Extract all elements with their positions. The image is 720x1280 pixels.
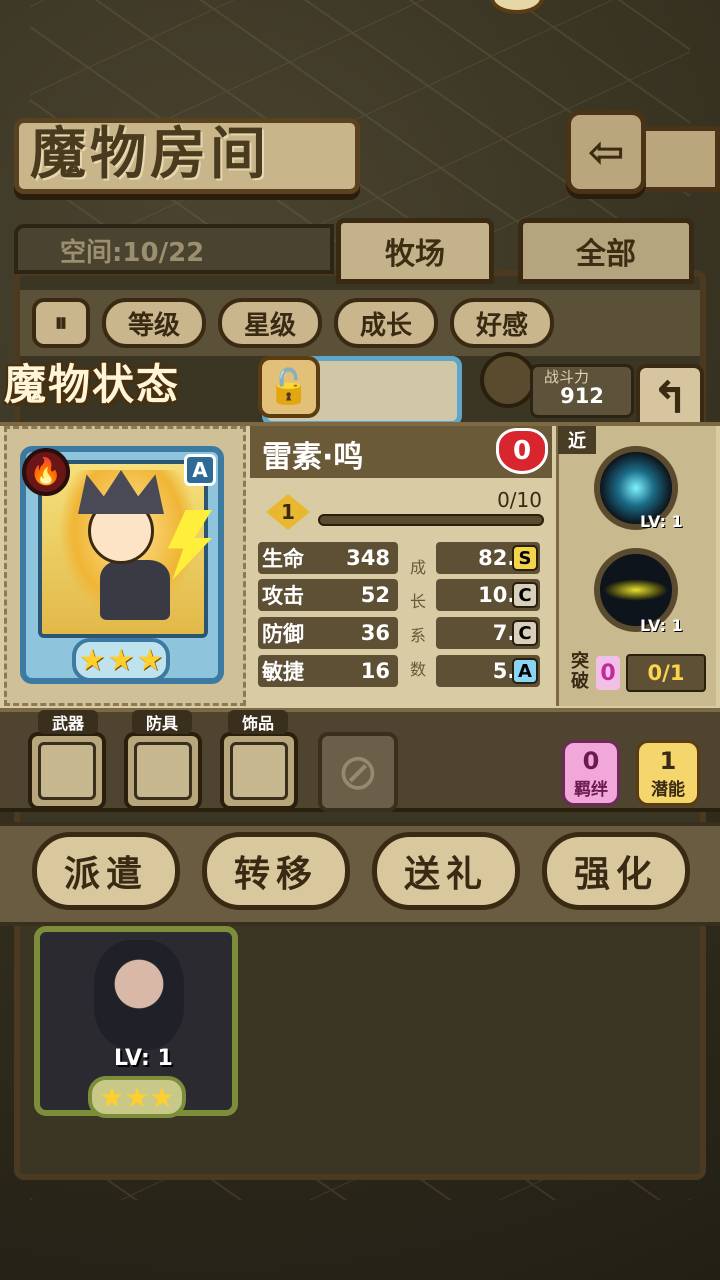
stat-value: 36 — [360, 621, 390, 645]
potential-button[interactable]: 1 潜能 — [636, 740, 700, 806]
armor-slot[interactable] — [124, 732, 202, 810]
tab-all[interactable]: 全部 — [518, 218, 694, 284]
back-arrow-icon: ⇦ — [587, 126, 625, 178]
back-bar — [640, 126, 720, 192]
weapon-label: 武器 — [38, 710, 98, 734]
prohibited-icon: ⊘ — [337, 743, 379, 801]
rank-badge: A — [184, 454, 216, 486]
potential-label: 潜能 — [651, 779, 685, 800]
back-button[interactable]: ⇦ — [566, 110, 646, 194]
type-icon — [480, 352, 536, 408]
sort-affection-button[interactable]: 好感 — [450, 298, 554, 348]
sort-level-button[interactable]: 等级 — [102, 298, 206, 348]
transfer-button[interactable]: 转移 — [202, 832, 350, 910]
star-icon: ★ — [136, 642, 164, 678]
lock-button[interactable]: 🔓 — [258, 356, 320, 418]
monster-list-portrait — [94, 940, 184, 1050]
enhance-button[interactable]: 强化 — [542, 832, 690, 910]
power-value: 912 — [560, 384, 604, 408]
accessory-slot[interactable] — [220, 732, 298, 810]
star-icon: ★ — [78, 642, 106, 678]
growth-label-char: 数 — [409, 660, 426, 679]
grade-badge-defense: C — [512, 620, 538, 646]
growth-label-char: 成 — [409, 558, 426, 577]
bond-button[interactable]: 0 羁绊 — [562, 740, 620, 806]
sort-order-button[interactable]: ⏸ — [32, 298, 90, 348]
breakthrough-count: 0 — [596, 656, 620, 690]
breakthrough-progress: 0/1 — [626, 654, 706, 692]
star-icon: ★ — [107, 642, 135, 678]
sort-growth-button[interactable]: 成长 — [334, 298, 438, 348]
stat-row-attack: 攻击 52 — [258, 579, 398, 611]
growth-label-char: 系 — [409, 626, 426, 645]
gift-button[interactable]: 送礼 — [372, 832, 520, 910]
growth-label-char: 长 — [409, 592, 426, 611]
skill-level: LV: 1 — [640, 512, 683, 531]
grade-badge-agility: A — [512, 658, 538, 684]
star-icon: ★ — [99, 1080, 125, 1114]
bond-value: 0 — [582, 746, 600, 775]
accessory-label: 饰品 — [228, 710, 288, 734]
stat-value: 348 — [346, 546, 390, 570]
tab-ranch[interactable]: 牧场 — [336, 218, 494, 284]
stat-label: 防御 — [262, 622, 304, 646]
dispatch-button[interactable]: 派遣 — [32, 832, 180, 910]
star-rating: ★ ★ ★ — [72, 638, 170, 682]
monster-body — [100, 560, 170, 620]
exp-text: 0/10 — [497, 488, 542, 512]
monster-name: 雷素·鸣 — [262, 440, 364, 475]
potential-value: 1 — [659, 746, 677, 775]
list-card-stars: ★ ★ ★ — [88, 1076, 186, 1118]
sort-order-icon: ⏸ — [54, 307, 68, 338]
range-tag: 近 — [558, 426, 596, 454]
stat-label: 攻击 — [262, 584, 304, 608]
stat-row-defense: 防御 36 — [258, 617, 398, 649]
list-card-level: LV: 1 — [114, 1046, 173, 1071]
page-title: 魔物房间 — [30, 121, 270, 187]
stat-label: 敏捷 — [262, 660, 304, 684]
affection-heart[interactable]: 0 — [496, 428, 548, 474]
bond-label: 羁绊 — [574, 779, 608, 800]
stat-row-hp: 生命 348 — [258, 542, 398, 574]
grade-badge-hp: S — [512, 545, 538, 571]
space-counter: 空间:10/22 — [60, 238, 205, 268]
grade-badge-attack: C — [512, 582, 538, 608]
star-icon: ★ — [149, 1080, 175, 1114]
stat-value: 16 — [360, 659, 390, 683]
locked-slot: ⊘ — [318, 732, 398, 812]
exp-bar — [318, 514, 544, 526]
lock-icon: 🔓 — [267, 367, 311, 407]
star-icon: ★ — [124, 1080, 150, 1114]
armor-label: 防具 — [132, 710, 192, 734]
status-title: 魔物状态 — [4, 360, 181, 409]
sort-star-button[interactable]: 星级 — [218, 298, 322, 348]
breakthrough-label: 突破 — [571, 651, 589, 692]
fire-element-icon: 🔥 — [22, 448, 70, 496]
skill-level: LV: 1 — [640, 616, 683, 635]
stat-row-agility: 敏捷 16 — [258, 655, 398, 687]
return-arrow-icon: ↰ — [651, 372, 689, 424]
weapon-slot[interactable] — [28, 732, 106, 810]
stat-value: 52 — [360, 583, 390, 607]
stat-label: 生命 — [262, 547, 304, 571]
